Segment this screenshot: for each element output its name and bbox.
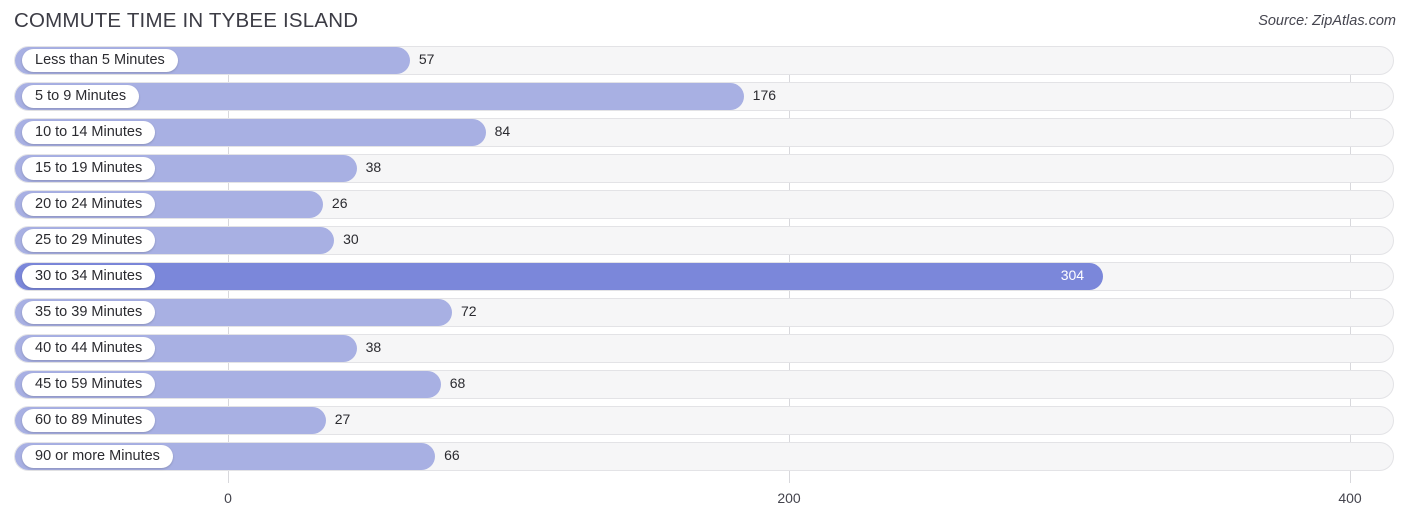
bar-row[interactable]: 20 to 24 Minutes 26 [0, 190, 1406, 220]
chart-header: COMMUTE TIME IN TYBEE ISLAND Source: Zip… [0, 0, 1406, 46]
bar-category-label: 35 to 39 Minutes [35, 304, 143, 321]
bar-label-pill: 10 to 14 Minutes [22, 121, 156, 144]
bar-row[interactable]: 40 to 44 Minutes 38 [0, 334, 1406, 364]
bar-value-label: 72 [460, 303, 477, 319]
x-tick-label: 0 [224, 490, 232, 506]
source-attribution: Source: ZipAtlas.com [1258, 13, 1396, 29]
bar-category-label: Less than 5 Minutes [35, 52, 165, 69]
bar-value-label: 68 [449, 375, 466, 391]
bar-value-label: 84 [494, 123, 511, 139]
bar-category-label: 40 to 44 Minutes [35, 340, 143, 357]
bar-label-pill: 40 to 44 Minutes [22, 337, 156, 360]
x-axis: 0 200 400 [0, 483, 1406, 523]
bar-category-label: 90 or more Minutes [35, 448, 160, 465]
bar-category-label: 15 to 19 Minutes [35, 160, 143, 177]
bar-label-pill: 5 to 9 Minutes [22, 85, 140, 108]
bar-rows: Less than 5 Minutes 57 5 to 9 Minutes 176 10… [0, 46, 1406, 478]
bar-row[interactable]: 10 to 14 Minutes 84 [0, 118, 1406, 148]
bar-label-pill: Less than 5 Minutes [22, 49, 178, 72]
bar-row[interactable]: 60 to 89 Minutes 27 [0, 406, 1406, 436]
bar-category-label: 60 to 89 Minutes [35, 412, 143, 429]
bar-value-label: 27 [334, 411, 351, 427]
bar-value-label: 38 [365, 159, 382, 175]
bar-category-label: 20 to 24 Minutes [35, 196, 143, 213]
bar-value-label: 57 [418, 51, 435, 67]
bar[interactable] [15, 263, 1103, 290]
bar-row[interactable]: 35 to 39 Minutes 72 [0, 298, 1406, 328]
bar-row[interactable]: 25 to 29 Minutes 30 [0, 226, 1406, 256]
bar-value-label: 176 [752, 87, 777, 103]
bar-category-label: 10 to 14 Minutes [35, 124, 143, 141]
bar-value-label: 30 [343, 231, 359, 247]
bar-value-label: 26 [331, 195, 348, 211]
bar-category-label: 25 to 29 Minutes [35, 232, 143, 249]
bar-label-pill: 90 or more Minutes [22, 445, 173, 468]
bar-label-pill: 45 to 59 Minutes [22, 373, 156, 396]
bar-label-pill: 60 to 89 Minutes [22, 409, 156, 432]
bar-label-pill: 30 to 34 Minutes [22, 265, 156, 288]
bar-value-label: 304 [1060, 267, 1085, 283]
bar-label-pill: 35 to 39 Minutes [22, 301, 156, 324]
chart-plot-area: Less than 5 Minutes 57 5 to 9 Minutes 176 10… [0, 46, 1406, 483]
bar-label-pill: 25 to 29 Minutes [22, 229, 156, 252]
bar-row[interactable]: 45 to 59 Minutes 68 [0, 370, 1406, 400]
bar-row[interactable]: 30 to 34 Minutes 304 [0, 262, 1406, 292]
bar-row[interactable]: 90 or more Minutes 66 [0, 442, 1406, 472]
bar-label-pill: 15 to 19 Minutes [22, 157, 156, 180]
bar-category-label: 5 to 9 Minutes [35, 88, 127, 105]
bar-row[interactable]: Less than 5 Minutes 57 [0, 46, 1406, 76]
x-tick-label: 200 [777, 490, 801, 506]
bar-value-label: 38 [365, 339, 382, 355]
bar-category-label: 30 to 34 Minutes [35, 268, 143, 285]
x-tick-label: 400 [1338, 490, 1362, 506]
bar-category-label: 45 to 59 Minutes [35, 376, 143, 393]
bar-row[interactable]: 5 to 9 Minutes 176 [0, 82, 1406, 112]
bar-label-pill: 20 to 24 Minutes [22, 193, 156, 216]
page-title: COMMUTE TIME IN TYBEE ISLAND [14, 9, 359, 32]
bar-value-label: 66 [444, 447, 460, 463]
bar-row[interactable]: 15 to 19 Minutes 38 [0, 154, 1406, 184]
